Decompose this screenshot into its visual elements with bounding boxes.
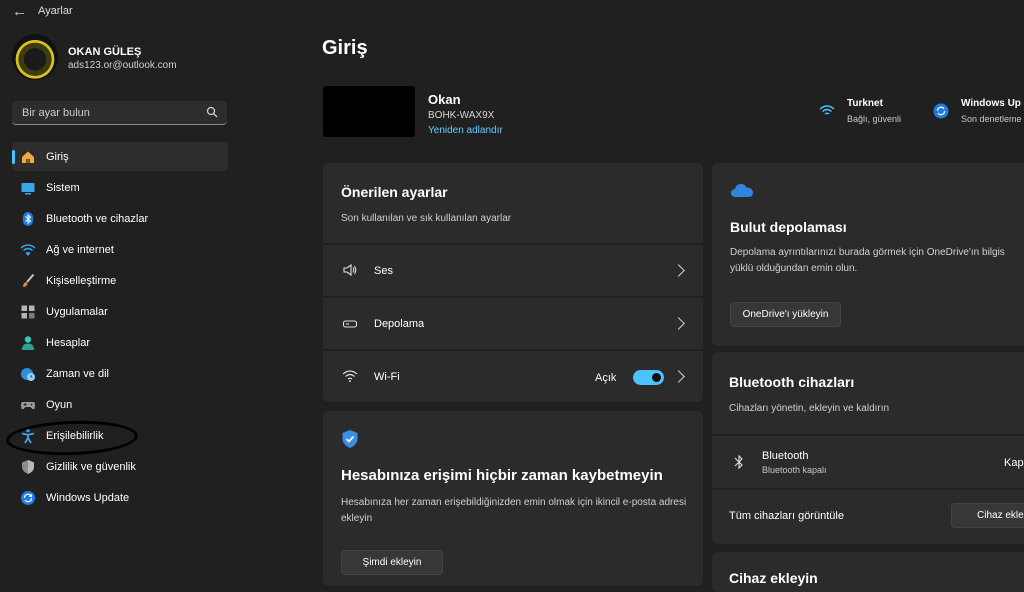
recommended-subtitle: Son kullanılan ve sık kullanılan ayarlar bbox=[341, 213, 512, 224]
chevron-right-icon bbox=[672, 317, 685, 330]
recommended-title: Önerilen ayarlar bbox=[341, 184, 448, 200]
bluetooth-icon bbox=[20, 211, 36, 227]
user-name: OKAN GÜLEŞ bbox=[68, 46, 142, 58]
sidebar-item-label: Windows Update bbox=[46, 491, 130, 504]
sidebar-item-label: Oyun bbox=[46, 398, 73, 411]
sidebar-item-label: Kişiselleştirme bbox=[46, 274, 117, 287]
account-card-body: Hesabınıza her zaman erişebildiğinizden … bbox=[341, 497, 687, 524]
bt-state-label: Kapa bbox=[1004, 457, 1024, 469]
sidebar-item-apps[interactable]: Uygulamalar bbox=[12, 297, 228, 326]
onedrive-cloud-icon bbox=[731, 184, 753, 197]
device-name: Okan bbox=[428, 92, 461, 107]
bt-device-row[interactable]: Bluetooth Bluetooth kapalı Kapa bbox=[712, 436, 1024, 488]
chevron-right-icon bbox=[672, 370, 685, 383]
wifi-toggle[interactable] bbox=[633, 370, 664, 385]
sidebar-item-label: Gizlilik ve güvenlik bbox=[46, 460, 136, 473]
install-onedrive-button[interactable]: OneDrive'ı yükleyin bbox=[730, 302, 841, 327]
add-now-button[interactable]: Şimdi ekleyin bbox=[341, 550, 443, 575]
storage-icon bbox=[342, 320, 358, 328]
sidebar-item-network[interactable]: Ağ ve internet bbox=[12, 235, 228, 264]
avatar[interactable] bbox=[12, 34, 58, 80]
wifi-status-icon[interactable] bbox=[818, 101, 836, 119]
view-all-devices-label: Tüm cihazları görüntüle bbox=[729, 510, 844, 522]
device-model: BOHK-WAX9X bbox=[428, 110, 495, 121]
setting-row-wifi[interactable]: Wi-Fi Açık bbox=[323, 351, 703, 402]
network-name[interactable]: Turknet bbox=[847, 98, 883, 109]
sidebar-item-label: Giriş bbox=[46, 150, 69, 163]
update-status-icon[interactable] bbox=[932, 102, 950, 120]
bt-device-label: Bluetooth bbox=[762, 450, 809, 462]
update-title[interactable]: Windows Up bbox=[961, 98, 1021, 109]
partial-card-title: Cihaz ekleyin bbox=[729, 570, 818, 586]
bluetooth-devices-card: Bluetooth cihazları Cihazları yönetin, e… bbox=[712, 352, 1024, 544]
user-email: ads123.or@outlook.com bbox=[68, 60, 177, 71]
sidebar-item-label: Ağ ve internet bbox=[46, 243, 114, 256]
sidebar-item-sistem[interactable]: Sistem bbox=[12, 173, 228, 202]
sidebar-item-label: Uygulamalar bbox=[46, 305, 108, 318]
home-icon bbox=[20, 149, 36, 165]
sidebar-item-time-language[interactable]: Zaman ve dil bbox=[12, 359, 228, 388]
cloud-storage-card: Bulut depolaması Depolama ayrıntılarınız… bbox=[712, 163, 1024, 346]
partial-bottom-card: Cihaz ekleyin bbox=[712, 552, 1024, 592]
sidebar-item-gaming[interactable]: Oyun bbox=[12, 390, 228, 419]
setting-row-label: Ses bbox=[374, 265, 393, 277]
setting-row-label: Wi-Fi bbox=[374, 371, 400, 383]
cloud-card-title: Bulut depolaması bbox=[730, 219, 847, 235]
device-image bbox=[323, 86, 415, 137]
chevron-right-icon bbox=[672, 264, 685, 277]
sidebar-item-label: Hesaplar bbox=[46, 336, 91, 349]
network-icon bbox=[20, 242, 36, 258]
wifi-icon bbox=[342, 370, 358, 383]
search-icon[interactable] bbox=[206, 106, 218, 118]
sidebar-item-giris[interactable]: Giriş bbox=[12, 142, 228, 171]
setting-row-sound[interactable]: Ses bbox=[323, 245, 703, 296]
bt-card-subtitle: Cihazları yönetin, ekleyin ve kaldırın bbox=[729, 403, 890, 414]
add-device-button[interactable]: Cihaz ekle bbox=[951, 503, 1024, 528]
time-language-icon bbox=[20, 366, 36, 382]
account-card-title: Hesabınıza erişimi hiçbir zaman kaybetme… bbox=[341, 467, 663, 484]
app-title: Ayarlar bbox=[38, 5, 73, 17]
windows-update-icon bbox=[20, 490, 36, 506]
shield-check-icon bbox=[342, 430, 358, 448]
bluetooth-symbol-icon bbox=[734, 454, 743, 470]
sidebar-item-personalization[interactable]: Kişiselleştirme bbox=[12, 266, 228, 295]
gaming-icon bbox=[20, 397, 36, 413]
setting-row-storage[interactable]: Depolama bbox=[323, 298, 703, 349]
bt-card-title: Bluetooth cihazları bbox=[729, 374, 855, 390]
recommended-settings-card: Önerilen ayarlar Son kullanılan ve sık k… bbox=[323, 163, 703, 403]
bt-card-header: Bluetooth cihazları Cihazları yönetin, e… bbox=[712, 352, 1024, 434]
brush-icon bbox=[20, 273, 36, 289]
setting-row-label: Depolama bbox=[374, 318, 425, 330]
recommended-header: Önerilen ayarlar Son kullanılan ve sık k… bbox=[323, 163, 703, 243]
sidebar-item-label: Zaman ve dil bbox=[46, 367, 109, 380]
accounts-icon bbox=[20, 335, 36, 351]
search-box[interactable] bbox=[12, 101, 227, 125]
cloud-card-body: Depolama ayrıntılarınızı burada görmek i… bbox=[730, 247, 1005, 274]
wifi-state-label: Açık bbox=[595, 372, 617, 384]
sidebar-item-windows-update[interactable]: Windows Update bbox=[12, 483, 228, 512]
update-status: Son denetleme bbox=[961, 114, 1022, 124]
rename-link[interactable]: Yeniden adlandır bbox=[428, 125, 503, 136]
sidebar-item-label: Bluetooth ve cihazlar bbox=[46, 212, 149, 225]
back-arrow-icon[interactable]: ← bbox=[12, 3, 27, 20]
sidebar-item-label: Sistem bbox=[46, 181, 80, 194]
shield-icon bbox=[20, 459, 36, 475]
account-security-card: Hesabınıza erişimi hiçbir zaman kaybetme… bbox=[323, 411, 703, 586]
sidebar-item-privacy[interactable]: Gizlilik ve güvenlik bbox=[12, 452, 228, 481]
sidebar-item-accounts[interactable]: Hesaplar bbox=[12, 328, 228, 357]
system-icon bbox=[20, 180, 36, 196]
sidebar-nav: Giriş Sistem Bluetooth ve cihazlar Ağ ve… bbox=[12, 142, 228, 514]
sidebar-item-bluetooth[interactable]: Bluetooth ve cihazlar bbox=[12, 204, 228, 233]
network-status: Bağlı, güvenli bbox=[847, 114, 902, 124]
speaker-icon bbox=[343, 263, 357, 277]
search-input[interactable] bbox=[20, 104, 204, 122]
apps-icon bbox=[20, 304, 36, 320]
bt-device-status: Bluetooth kapalı bbox=[762, 465, 827, 475]
page-title: Giriş bbox=[322, 37, 368, 59]
bt-view-all-row[interactable]: Tüm cihazları görüntüle Cihaz ekle bbox=[712, 490, 1024, 544]
